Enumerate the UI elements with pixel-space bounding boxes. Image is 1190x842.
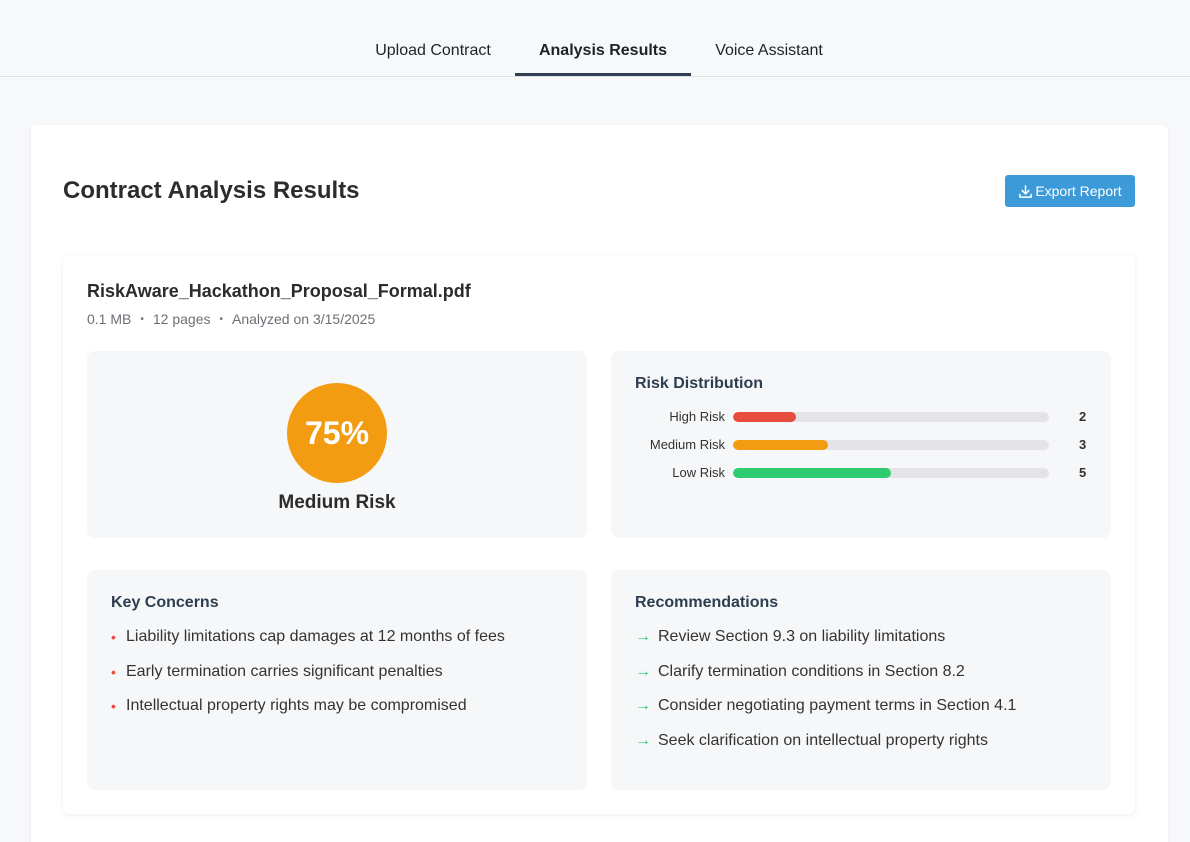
tab-voice-assistant[interactable]: Voice Assistant [692, 28, 846, 76]
bullet-icon: • [111, 663, 116, 680]
download-icon [1019, 184, 1033, 198]
risk-count: 3 [1079, 437, 1087, 452]
export-report-button[interactable]: Export Report [1005, 175, 1135, 207]
risk-bar-track [733, 440, 1049, 450]
recommendations-title: Recommendations [635, 594, 779, 611]
document-filename: RiskAware_Hackathon_Proposal_Formal.pdf [87, 281, 471, 301]
concern-item: • Early termination carries significant p… [111, 662, 505, 697]
document-meta: 0.1 MB • 12 pages • Analyzed on 3/15/202… [87, 311, 375, 327]
risk-bar-fill [733, 412, 797, 422]
concern-item: • Liability limitations cap damages at 12… [111, 627, 505, 662]
risk-distribution-box: Risk Distribution High Risk 2 Medium Risk 3… [611, 351, 1111, 538]
tab-analysis-results[interactable]: Analysis Results [515, 28, 691, 76]
risk-bar-fill [733, 468, 891, 478]
arrow-right-icon: → [635, 662, 651, 680]
document-card: RiskAware_Hackathon_Proposal_Formal.pdf … [63, 255, 1135, 814]
bullet-icon: • [111, 698, 116, 714]
risk-score-label: Medium Risk [278, 492, 396, 513]
risk-distribution-row: High Risk 2 [611, 407, 1111, 427]
risk-distribution-title: Risk Distribution [635, 375, 764, 392]
tab-upload-contract[interactable]: Upload Contract [352, 28, 514, 76]
recommendation-item: → Consider negotiating payment terms in S… [635, 696, 1016, 731]
arrow-right-icon: → [635, 731, 651, 749]
key-concerns-list: • Liability limitations cap damages at 12… [111, 627, 505, 731]
risk-bar-track [733, 412, 1049, 422]
document-analyzed-date: Analyzed on 3/15/2025 [232, 311, 376, 327]
recommendations-list: → Review Section 9.3 on liability limitat… [635, 627, 1016, 765]
risk-level-label: High Risk [669, 409, 725, 424]
document-pages: 12 pages [152, 311, 211, 327]
recommendation-text: Consider negotiating payment terms in Se… [658, 697, 1017, 714]
recommendation-item: → Review Section 9.3 on liability limitat… [635, 627, 1016, 662]
separator-dot-icon: • [140, 313, 144, 325]
key-concerns-title: Key Concerns [111, 594, 219, 611]
recommendation-text: Clarify termination conditions in Sectio… [658, 662, 965, 680]
concern-text: Early termination carries significant pe… [126, 662, 443, 680]
results-panel: Contract Analysis Results Export Report … [31, 125, 1168, 842]
risk-distribution-row: Medium Risk 3 [611, 435, 1111, 455]
risk-bar-fill [733, 440, 828, 450]
risk-count: 2 [1079, 409, 1087, 424]
separator-dot-icon: • [219, 313, 223, 325]
risk-level-label: Medium Risk [649, 437, 725, 452]
recommendations-box: Recommendations → Review Section 9.3 on l… [611, 570, 1111, 790]
risk-bar-track [733, 468, 1049, 478]
risk-distribution-row: Low Risk 5 [611, 463, 1111, 483]
recommendation-item: → Clarify termination conditions in Secti… [635, 662, 1016, 697]
concern-text: Liability limitations cap damages at 12 … [126, 628, 505, 645]
document-size: 0.1 MB [87, 311, 132, 327]
arrow-right-icon: → [635, 628, 651, 645]
bullet-icon: • [111, 629, 116, 645]
page-title: Contract Analysis Results [63, 177, 360, 204]
recommendation-text: Review Section 9.3 on liability limitati… [658, 628, 946, 645]
export-report-label: Export Report [1035, 183, 1122, 199]
risk-count: 5 [1079, 465, 1087, 480]
risk-level-label: Low Risk [672, 465, 725, 480]
concern-item: • Intellectual property rights may be com… [111, 696, 505, 731]
key-concerns-box: Key Concerns • Liability limitations cap … [87, 570, 587, 790]
recommendation-text: Seek clarification on intellectual prope… [658, 731, 988, 749]
recommendation-item: → Seek clarification on intellectual prop… [635, 731, 1016, 766]
risk-score-circle: 75% [287, 383, 387, 483]
concern-text: Intellectual property rights may be comp… [126, 697, 467, 714]
risk-score-box: 75% Medium Risk [87, 351, 587, 538]
arrow-right-icon: → [635, 697, 651, 714]
tab-bar: Upload Contract Analysis Results Voice A… [0, 0, 1190, 77]
